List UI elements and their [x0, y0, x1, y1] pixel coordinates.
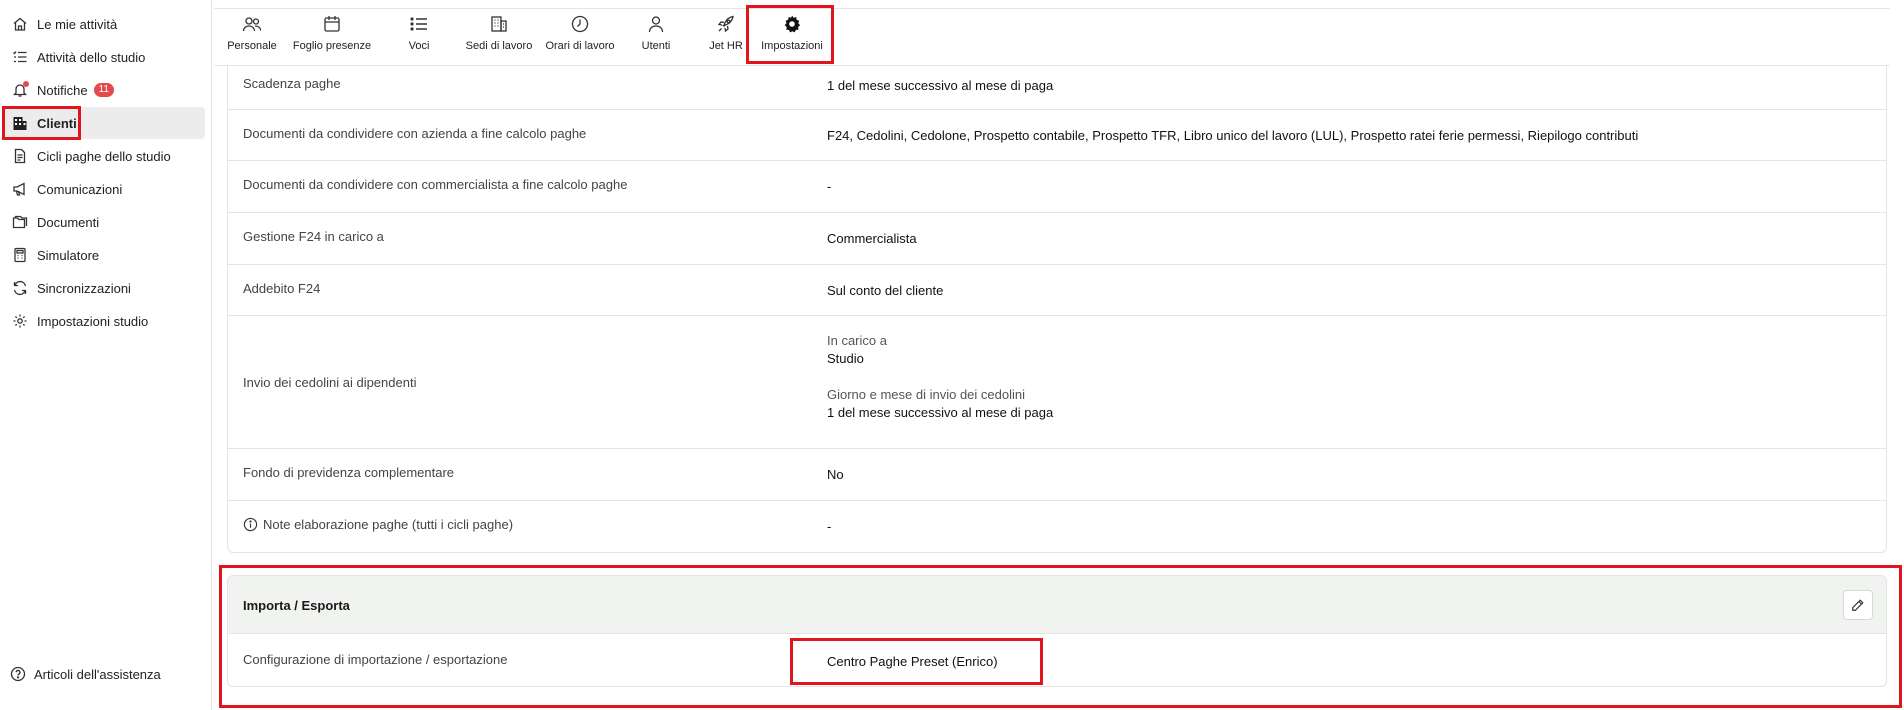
settings-row-addebito-f24: Addebito F24 Sul conto del cliente — [228, 265, 1886, 316]
row-value: No — [827, 467, 844, 482]
row-value: F24, Cedolini, Cedolone, Prospetto conta… — [827, 128, 1639, 143]
settings-row-invio-cedolini: Invio dei cedolini ai dipendenti In cari… — [228, 316, 1886, 449]
building-icon — [11, 114, 29, 132]
sidebar-item-label: Documenti — [37, 214, 100, 230]
row-value: - — [827, 179, 832, 194]
row-label: Documenti da condividere con azienda a f… — [243, 126, 587, 141]
settings-row-fondo-previdenza: Fondo di previdenza complementare No — [228, 449, 1886, 501]
row-value: 1 del mese successivo al mese di paga — [827, 78, 1054, 93]
sidebar-item-label: Impostazioni studio — [37, 313, 149, 329]
notification-dot — [23, 81, 29, 87]
sidebar-item-label: Sincronizzazioni — [37, 280, 131, 296]
rocket-icon — [715, 13, 737, 35]
tab-voci[interactable]: Voci — [384, 13, 454, 63]
row-label: Gestione F24 in carico a — [243, 229, 384, 244]
tab-label: Personale — [227, 40, 277, 52]
calendar-icon — [321, 13, 343, 35]
sidebar-item-notifiche[interactable]: Notifiche 11 — [4, 74, 205, 106]
sidebar-item-attivita-studio[interactable]: Attività dello studio — [4, 41, 205, 73]
building-icon — [488, 13, 510, 35]
sidebar-item-label: Clienti — [37, 115, 77, 131]
bell-icon — [11, 81, 29, 99]
row-label: Invio dei cedolini ai dipendenti — [243, 375, 417, 390]
tab-personale[interactable]: Personale — [218, 13, 286, 63]
notification-count-badge: 11 — [93, 83, 114, 97]
checklist-icon — [11, 48, 29, 66]
tab-label: Voci — [408, 40, 430, 52]
edit-button[interactable] — [1843, 590, 1873, 620]
sidebar-item-label: Simulatore — [37, 247, 100, 263]
settings-row-documenti-commercialista: Documenti da condividere con commerciali… — [228, 161, 1886, 213]
row-value: Sul conto del cliente — [827, 283, 944, 298]
sub-label-giorno-invio: Giorno e mese di invio dei cedolini — [827, 387, 1025, 402]
row-value: - — [827, 519, 832, 534]
people-icon — [241, 13, 263, 35]
import-export-config-value: Centro Paghe Preset (Enrico) — [827, 654, 998, 669]
row-label: Fondo di previdenza complementare — [243, 465, 455, 480]
tab-label: Jet HR — [709, 40, 743, 52]
help-articles-link[interactable]: Articoli dell'assistenza — [10, 666, 161, 682]
help-label: Articoli dell'assistenza — [34, 666, 161, 682]
import-export-header: Importa / Esporta — [228, 576, 1886, 634]
import-export-config-label: Configurazione di importazione / esporta… — [243, 652, 508, 667]
sub-value-in-carico: Studio — [827, 351, 864, 366]
pencil-icon — [1851, 598, 1865, 612]
tab-label: Orari di lavoro — [545, 40, 615, 52]
tab-utenti[interactable]: Utenti — [618, 13, 694, 63]
tab-label: Foglio presenze — [292, 40, 372, 52]
tab-label: Sedi di lavoro — [465, 40, 533, 52]
row-label: Note elaborazione paghe (tutti i cicli p… — [263, 517, 514, 532]
sidebar-item-impostazioni-studio[interactable]: Impostazioni studio — [4, 305, 205, 337]
info-icon[interactable] — [243, 517, 258, 532]
gear-icon — [781, 13, 803, 35]
home-icon — [11, 15, 29, 33]
sub-label-in-carico: In carico a — [827, 333, 887, 348]
sidebar-item-documenti[interactable]: Documenti — [4, 206, 205, 238]
sidebar-item-clienti[interactable]: Clienti — [4, 107, 205, 139]
sidebar-item-sincronizzazioni[interactable]: Sincronizzazioni — [4, 272, 205, 304]
help-circle-icon — [10, 666, 26, 682]
settings-row-scadenza-paghe: Scadenza paghe 1 del mese successivo al … — [228, 66, 1886, 110]
settings-row-documenti-azienda: Documenti da condividere con azienda a f… — [228, 110, 1886, 161]
row-label: Addebito F24 — [243, 281, 321, 296]
sidebar-item-comunicazioni[interactable]: Comunicazioni — [4, 173, 205, 205]
sidebar-item-label: Comunicazioni — [37, 181, 123, 197]
sidebar-item-label: Le mie attività — [37, 16, 118, 32]
payroll-settings-panel: Scadenza paghe 1 del mese successivo al … — [227, 66, 1887, 553]
document-icon — [11, 147, 29, 165]
sidebar-item-cicli-paghe[interactable]: Cicli paghe dello studio — [4, 140, 205, 172]
megaphone-icon — [11, 180, 29, 198]
calculator-icon — [11, 246, 29, 264]
client-tabs: Personale Foglio presenze Voci Sedi di l… — [214, 8, 1890, 66]
sub-value-giorno-invio: 1 del mese successivo al mese di paga — [827, 405, 1054, 420]
sidebar-item-label: Notifiche — [37, 82, 88, 98]
sidebar-item-simulatore[interactable]: Simulatore — [4, 239, 205, 271]
row-label-wrap: Note elaborazione paghe (tutti i cicli p… — [243, 517, 513, 532]
import-export-title: Importa / Esporta — [243, 598, 350, 613]
tab-label: Impostazioni — [761, 40, 823, 52]
sidebar-item-label: Attività dello studio — [37, 49, 146, 65]
row-label: Documenti da condividere con commerciali… — [243, 177, 628, 192]
import-export-panel: Importa / Esporta Configurazione di impo… — [227, 575, 1887, 687]
gear-icon — [11, 312, 29, 330]
tab-impostazioni[interactable]: Impostazioni — [748, 13, 836, 63]
sidebar-item-le-mie-attivita[interactable]: Le mie attività — [4, 8, 205, 40]
row-value: Commercialista — [827, 231, 917, 246]
tab-orari-di-lavoro[interactable]: Orari di lavoro — [530, 13, 630, 63]
tab-label: Utenti — [641, 40, 671, 52]
row-label: Scadenza paghe — [243, 76, 341, 91]
settings-row-note-elaborazione: Note elaborazione paghe (tutti i cicli p… — [228, 501, 1886, 552]
settings-row-gestione-f24: Gestione F24 in carico a Commercialista — [228, 213, 1886, 265]
clock-icon — [569, 13, 591, 35]
folder-icon — [11, 213, 29, 231]
tab-foglio-presenze[interactable]: Foglio presenze — [288, 13, 376, 63]
list-icon — [408, 13, 430, 35]
user-icon — [645, 13, 667, 35]
row-value-group: In carico a Studio Giorno e mese di invi… — [827, 333, 1053, 420]
sidebar: Le mie attività Attività dello studio No… — [0, 0, 212, 710]
sync-icon — [11, 279, 29, 297]
sidebar-item-label: Cicli paghe dello studio — [37, 148, 171, 164]
